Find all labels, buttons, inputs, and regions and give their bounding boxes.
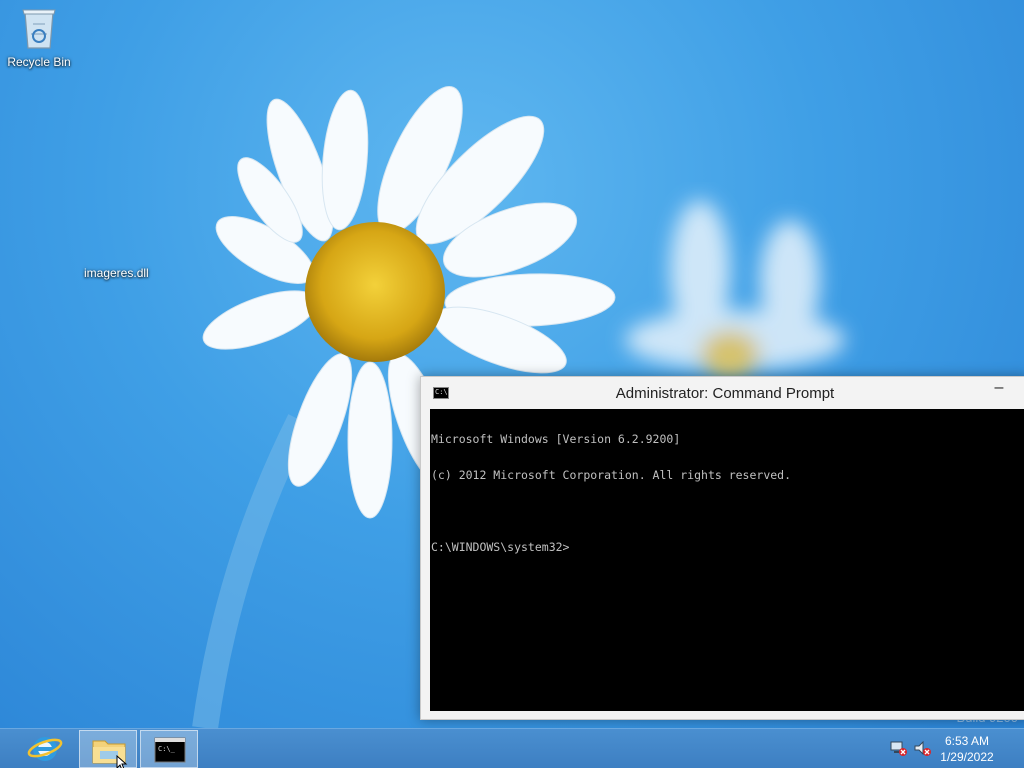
- window-title: Administrator: Command Prompt: [615, 385, 835, 402]
- cmd-titlebar[interactable]: C:\ Administrator: Command Prompt –: [421, 377, 1024, 409]
- console-line: Microsoft Windows [Version 6.2.9200]: [431, 432, 681, 446]
- desktop-file-label[interactable]: imageres.dll: [84, 266, 149, 280]
- folder-icon: [92, 740, 126, 764]
- clock-date: 1/29/2022: [940, 750, 994, 764]
- taskbar-command-prompt-button[interactable]: C:\_: [140, 730, 198, 768]
- internet-explorer-icon: [27, 737, 63, 761]
- cmd-icon: C:\_: [154, 737, 186, 763]
- taskbar-internet-explorer-button[interactable]: [16, 730, 74, 768]
- taskbar-file-explorer-button[interactable]: [79, 730, 137, 768]
- desktop-icon-recycle-bin[interactable]: Recycle Bin: [1, 6, 77, 69]
- console-output[interactable]: Microsoft Windows [Version 6.2.9200] (c)…: [430, 409, 1024, 711]
- console-line: (c) 2012 Microsoft Corporation. All righ…: [431, 468, 792, 482]
- minimize-button[interactable]: –: [989, 380, 1009, 401]
- desktop[interactable]: Recycle Bin imageres.dll Build 9200 C:\ …: [0, 0, 1024, 728]
- desktop-icon-label: Recycle Bin: [7, 55, 71, 69]
- mouse-cursor-icon: [116, 755, 128, 768]
- clock[interactable]: 6:53 AM 1/29/2022: [932, 733, 1002, 765]
- cmd-window[interactable]: C:\ Administrator: Command Prompt – Micr…: [420, 376, 1024, 720]
- recycle-bin-icon: [22, 9, 56, 49]
- volume-muted-icon[interactable]: [914, 741, 932, 757]
- network-disconnected-icon[interactable]: [890, 741, 908, 757]
- taskbar: C:\_ 6:53 AM 1/29/2022: [0, 728, 1024, 768]
- svg-text:C:\_: C:\_: [158, 745, 176, 753]
- clock-time: 6:53 AM: [944, 734, 990, 748]
- console-prompt: C:\WINDOWS\system32>: [431, 540, 570, 554]
